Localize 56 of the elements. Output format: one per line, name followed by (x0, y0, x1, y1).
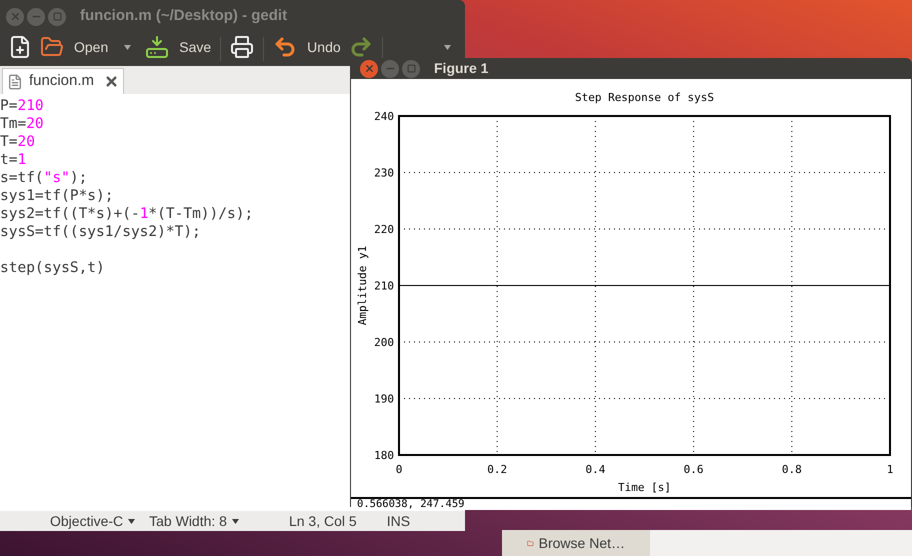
code-line: sysS=tf((sys1/sys2)*T); (0, 223, 201, 241)
save-icon (145, 35, 170, 59)
status-item[interactable]: Tab Width: 8 (149, 510, 239, 532)
y-tick-label: 180 (374, 449, 394, 462)
code-line: sys1=tf(P*s); (0, 187, 114, 205)
maximize-button[interactable] (402, 60, 420, 78)
y-tick-label: 220 (374, 223, 394, 236)
tab-label: funcion.m (29, 71, 94, 92)
x-tick-label: 1 (886, 463, 894, 476)
file-icon (7, 74, 23, 90)
y-tick-label: 210 (374, 280, 394, 292)
pointer-readout: 0.566038, 247.459 (357, 499, 464, 510)
y-tick-label: 230 (374, 166, 394, 180)
save-button[interactable]: Save (142, 37, 214, 57)
open-button[interactable]: Open (37, 37, 140, 57)
x-tick-label: 0 (396, 463, 402, 476)
close-button[interactable] (360, 60, 378, 78)
y-tick-label: 190 (374, 392, 394, 406)
y-axis-label: Amplitude y1 (356, 246, 369, 326)
code-line: P=210 (0, 97, 44, 115)
maximize-button[interactable] (48, 8, 66, 26)
minimize-button[interactable] (381, 60, 399, 78)
document-tab[interactable]: funcion.m (2, 68, 124, 94)
taskbar-item[interactable]: Browse Net… (502, 530, 650, 556)
undo-button[interactable]: Undo (270, 37, 344, 57)
x-tick-label: 0.4 (585, 463, 606, 476)
x-tick-label: 0.6 (684, 463, 704, 476)
maximize-icon (406, 64, 416, 73)
close-icon (10, 11, 20, 22)
code-line: T=20 (0, 133, 35, 151)
folder-icon (40, 35, 64, 59)
redo-icon (348, 35, 373, 59)
x-axis-label: Time [s] (618, 481, 671, 494)
status-item: INS (386, 512, 410, 530)
code-line: Tm=20 (0, 115, 44, 133)
close-icon (364, 63, 374, 74)
chart-title: Step Response of sysS (574, 91, 714, 104)
code-line: step(sysS,t) (0, 259, 105, 277)
window-title: Figure 1 (434, 59, 488, 78)
x-tick-label: 0.2 (487, 463, 508, 476)
code-line: sys2=tf((T*s)+(-1*(T-Tm))/s); (0, 205, 254, 223)
maximize-icon (52, 12, 62, 21)
code-line: t=1 (0, 151, 26, 169)
close-button[interactable] (6, 8, 24, 26)
window-title: funcion.m (~/Desktop) - gedit (80, 6, 288, 26)
code-line: s=tf("s"); (0, 169, 88, 187)
printer-icon (230, 35, 254, 59)
undo-icon (273, 35, 298, 59)
close-icon[interactable] (104, 74, 120, 89)
status-item: Ln 3, Col 5 (288, 512, 357, 530)
y-tick-label: 240 (374, 110, 394, 123)
x-tick-label: 0.8 (782, 463, 802, 476)
minimize-button[interactable] (27, 8, 45, 26)
y-tick-label: 200 (374, 336, 394, 349)
new-file-icon (8, 35, 32, 59)
status-item[interactable]: Objective-C (50, 510, 136, 532)
